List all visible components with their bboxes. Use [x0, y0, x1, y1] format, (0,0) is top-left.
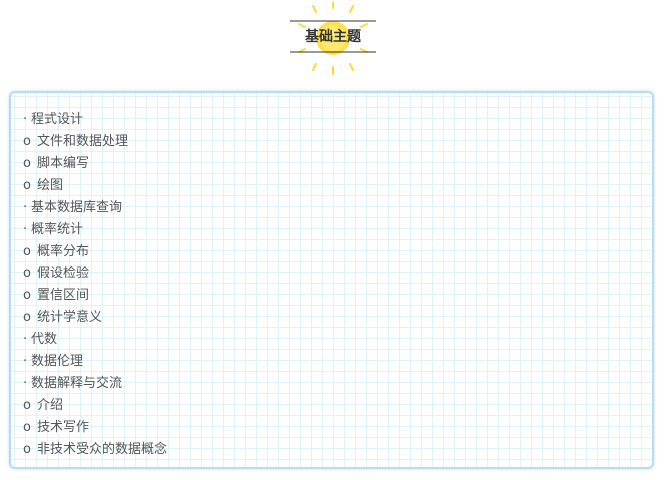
bullet-dot-icon: ·: [23, 200, 28, 215]
bullet-circle-icon: o: [23, 288, 31, 303]
bullet-circle-icon: o: [23, 310, 31, 325]
topic-label: 假设检验: [37, 266, 90, 281]
topic-label: 概率统计: [31, 222, 84, 237]
topic-item-main: · 数据伦理: [23, 351, 167, 373]
bullet-circle-icon: o: [23, 398, 31, 413]
bullet-dot-icon: ·: [23, 376, 28, 391]
topic-label: 数据伦理: [31, 354, 84, 369]
topic-label: 基本数据库查询: [31, 200, 123, 215]
bullet-dot-icon: ·: [23, 222, 28, 237]
topic-item-sub: o 绘图: [23, 175, 167, 197]
topic-item-sub: o 假设检验: [23, 263, 167, 285]
bullet-circle-icon: o: [23, 266, 31, 281]
topic-label: 数据解释与交流: [31, 376, 123, 391]
topic-item-main: · 基本数据库查询: [23, 197, 167, 219]
topic-label: 统计学意义: [37, 310, 103, 325]
topic-item-main: · 数据解释与交流: [23, 373, 167, 395]
topic-item-main: · 程式设计: [23, 109, 167, 131]
topics-panel: · 程式设计 o 文件和数据处理 o 脚本编写 o 绘图 · 基本数据库查询 · 概率统计 o 概率分布 o…: [9, 91, 654, 469]
topic-item-sub: o 介绍: [23, 395, 167, 417]
bullet-dot-icon: ·: [23, 112, 28, 127]
topic-label: 技术写作: [37, 420, 90, 435]
topic-item-sub: o 文件和数据处理: [23, 131, 167, 153]
topic-item-sub: o 置信区间: [23, 285, 167, 307]
topic-label: 代数: [31, 332, 58, 347]
topic-list: · 程式设计 o 文件和数据处理 o 脚本编写 o 绘图 · 基本数据库查询 · 概率统计 o 概率分布 o…: [23, 109, 167, 461]
topic-item-sub: o 技术写作: [23, 417, 167, 439]
topic-label: 非技术受众的数据概念: [37, 442, 168, 457]
topic-item-sub: o 非技术受众的数据概念: [23, 439, 167, 461]
bullet-circle-icon: o: [23, 442, 31, 457]
section-heading: 基础主题: [286, 2, 380, 76]
bullet-dot-icon: ·: [23, 354, 28, 369]
topic-item-main: · 概率统计: [23, 219, 167, 241]
topic-label: 介绍: [37, 398, 64, 413]
topic-label: 置信区间: [37, 288, 90, 303]
bullet-circle-icon: o: [23, 178, 31, 193]
topic-label: 程式设计: [31, 112, 84, 127]
topic-item-sub: o 脚本编写: [23, 153, 167, 175]
bullet-circle-icon: o: [23, 420, 31, 435]
bullet-circle-icon: o: [23, 134, 31, 149]
topic-item-sub: o 统计学意义: [23, 307, 167, 329]
topic-label: 概率分布: [37, 244, 90, 259]
bullet-circle-icon: o: [23, 244, 31, 259]
topic-label: 绘图: [37, 178, 64, 193]
section-title: 基础主题: [305, 29, 361, 45]
bullet-circle-icon: o: [23, 156, 31, 171]
topic-item-main: · 代数: [23, 329, 167, 351]
bullet-dot-icon: ·: [23, 332, 28, 347]
topic-item-sub: o 概率分布: [23, 241, 167, 263]
topic-label: 文件和数据处理: [37, 134, 129, 149]
topic-label: 脚本编写: [37, 156, 90, 171]
